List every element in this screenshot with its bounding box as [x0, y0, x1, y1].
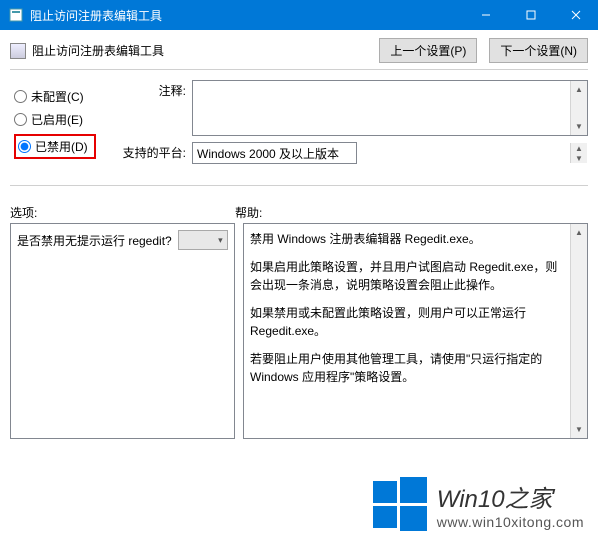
radio-disabled-row: 已禁用(D)	[14, 134, 106, 159]
titlebar: 阻止访问注册表编辑工具	[0, 0, 598, 30]
comment-scrollbar[interactable]: ▲ ▼	[570, 81, 587, 135]
app-icon	[8, 7, 24, 23]
policy-header: 阻止访问注册表编辑工具 上一个设置(P) 下一个设置(N)	[10, 38, 588, 63]
radio-not-configured-label: 未配置(C)	[31, 88, 84, 105]
radio-disabled-label: 已禁用(D)	[35, 138, 88, 155]
content-area: 阻止访问注册表编辑工具 上一个设置(P) 下一个设置(N) 未配置(C) 已启用…	[0, 30, 598, 447]
help-text-3: 如果禁用或未配置此策略设置，则用户可以正常运行 Regedit.exe。	[250, 304, 567, 340]
help-text-4: 若要阻止用户使用其他管理工具，请使用"只运行指定的 Windows 应用程序"策…	[250, 350, 567, 386]
minimize-button[interactable]	[463, 0, 508, 30]
config-area: 未配置(C) 已启用(E) 已禁用(D) 注释: ▲ ▼	[10, 80, 588, 173]
prev-setting-button[interactable]: 上一个设置(P)	[379, 38, 477, 63]
radio-enabled-input[interactable]	[14, 113, 27, 126]
scroll-down-icon[interactable]: ▼	[571, 153, 588, 163]
comment-row: 注释: ▲ ▼	[122, 80, 588, 136]
window-title: 阻止访问注册表编辑工具	[30, 7, 463, 24]
scroll-down-icon[interactable]: ▼	[571, 118, 588, 135]
windows-logo-icon	[373, 477, 427, 531]
next-setting-button[interactable]: 下一个设置(N)	[489, 38, 588, 63]
radio-enabled-label: 已启用(E)	[31, 111, 83, 128]
radio-not-configured[interactable]: 未配置(C)	[14, 88, 106, 105]
platform-label: 支持的平台:	[122, 142, 192, 161]
option-select[interactable]: ▾	[178, 230, 228, 250]
chevron-down-icon: ▾	[218, 235, 223, 246]
policy-icon	[10, 43, 26, 59]
platform-row: 支持的平台: ▲ ▼	[122, 142, 588, 164]
help-text-2: 如果启用此策略设置，并且用户试图启动 Regedit.exe，则会出现一条消息，…	[250, 258, 567, 294]
platform-wrap: ▲ ▼	[192, 142, 588, 164]
policy-title: 阻止访问注册表编辑工具	[32, 42, 367, 59]
help-text-1: 禁用 Windows 注册表编辑器 Regedit.exe。	[250, 230, 567, 248]
help-label: 帮助:	[235, 204, 262, 221]
options-label: 选项:	[10, 204, 235, 221]
options-panel: 是否禁用无提示运行 regedit? ▾	[10, 223, 235, 439]
watermark-text: Win10之家 www.win10xitong.com	[437, 479, 584, 530]
comment-label: 注释:	[122, 80, 192, 99]
scroll-up-icon[interactable]: ▲	[571, 224, 588, 241]
help-panel: 禁用 Windows 注册表编辑器 Regedit.exe。 如果启用此策略设置…	[243, 223, 588, 439]
help-scrollbar[interactable]: ▲ ▼	[570, 224, 587, 438]
watermark: Win10之家 www.win10xitong.com	[373, 477, 584, 531]
panels: 是否禁用无提示运行 regedit? ▾ 禁用 Windows 注册表编辑器 R…	[10, 223, 588, 439]
maximize-button[interactable]	[508, 0, 553, 30]
option-prompt: 是否禁用无提示运行 regedit?	[17, 232, 172, 249]
radio-enabled[interactable]: 已启用(E)	[14, 111, 106, 128]
divider	[10, 185, 588, 186]
watermark-title: Win10之家	[437, 479, 584, 514]
watermark-url: www.win10xitong.com	[437, 514, 584, 530]
platform-input[interactable]	[192, 142, 357, 164]
divider	[10, 69, 588, 70]
scroll-down-icon[interactable]: ▼	[571, 421, 588, 438]
close-button[interactable]	[553, 0, 598, 30]
scroll-up-icon[interactable]: ▲	[571, 81, 588, 98]
radio-disabled-input[interactable]	[18, 140, 31, 153]
scroll-up-icon[interactable]: ▲	[571, 143, 588, 153]
platform-scrollbar[interactable]: ▲ ▼	[570, 143, 587, 163]
panel-labels: 选项: 帮助:	[10, 204, 588, 221]
option-row: 是否禁用无提示运行 regedit? ▾	[17, 230, 228, 250]
radio-disabled[interactable]: 已禁用(D)	[14, 134, 96, 159]
radio-not-configured-input[interactable]	[14, 90, 27, 103]
radio-column: 未配置(C) 已启用(E) 已禁用(D)	[10, 80, 110, 173]
fields-column: 注释: ▲ ▼ 支持的平台: ▲ ▼	[122, 80, 588, 173]
comment-textbox[interactable]: ▲ ▼	[192, 80, 588, 136]
window-controls	[463, 0, 598, 30]
